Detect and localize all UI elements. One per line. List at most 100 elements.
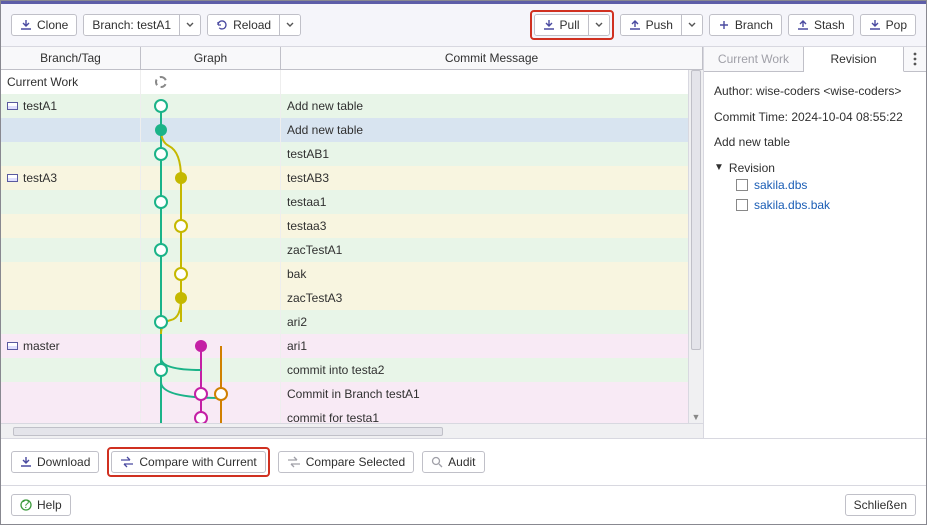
commit-message-cell: zacTestA1: [281, 238, 703, 262]
commit-row[interactable]: zacTestA3: [1, 286, 703, 310]
uncommitted-icon: [155, 76, 167, 88]
author-line: Author: wise-coders <wise-coders>: [714, 84, 916, 100]
commit-message-cell: testAB1: [281, 142, 703, 166]
main-toolbar: Clone Branch: testA1 Reload Pull: [1, 4, 926, 47]
branch-selector-main[interactable]: Branch: testA1: [84, 15, 179, 35]
commit-row[interactable]: ari2: [1, 310, 703, 334]
compare-current-label: Compare with Current: [139, 455, 256, 469]
branch-tag-cell: testA1: [1, 94, 141, 118]
pull-button[interactable]: Pull: [534, 14, 610, 36]
push-button[interactable]: Push: [620, 14, 703, 36]
push-label: Push: [646, 18, 673, 32]
stash-label: Stash: [814, 18, 845, 32]
commit-message-cell: commit for testa1: [281, 406, 703, 423]
branch-tag-cell: [1, 382, 141, 406]
commit-row[interactable]: testA3testAB3: [1, 166, 703, 190]
tab-current-work[interactable]: Current Work: [704, 47, 804, 71]
branch-tag-cell: [1, 286, 141, 310]
push-dropdown[interactable]: [681, 15, 702, 35]
download-icon: [543, 19, 555, 31]
help-label: Help: [37, 498, 62, 512]
compare-current-button[interactable]: Compare with Current: [111, 451, 265, 473]
horizontal-scrollbar[interactable]: [1, 423, 703, 438]
pull-main[interactable]: Pull: [535, 15, 588, 35]
commit-row[interactable]: Commit in Branch testA1: [1, 382, 703, 406]
detail-menu-button[interactable]: [904, 47, 926, 71]
download-label: Download: [37, 455, 90, 469]
close-button[interactable]: Schließen: [845, 494, 916, 516]
pull-label: Pull: [560, 18, 580, 32]
branch-tag-cell: testA3: [1, 166, 141, 190]
graph-cell: [141, 190, 281, 214]
tab-revision[interactable]: Revision: [804, 47, 904, 72]
clone-button[interactable]: Clone: [11, 14, 77, 36]
reload-label: Reload: [233, 18, 271, 32]
graph-cell: [141, 286, 281, 310]
checkbox[interactable]: [736, 199, 748, 211]
branch-button[interactable]: Branch: [709, 14, 782, 36]
branch-tag-cell: [1, 358, 141, 382]
header-commit-message[interactable]: Commit Message: [281, 47, 703, 69]
branch-tag-cell: [1, 238, 141, 262]
commit-message-cell: [281, 70, 703, 94]
branch-icon: [7, 102, 18, 110]
commit-row[interactable]: testaa3: [1, 214, 703, 238]
scroll-down-arrow[interactable]: ▼: [689, 411, 703, 423]
commit-row[interactable]: Add new table: [1, 118, 703, 142]
branch-tag-cell: Current Work: [1, 70, 141, 94]
reload-main[interactable]: Reload: [208, 15, 279, 35]
commit-rows: Current WorktestA1Add new tableAdd new t…: [1, 70, 703, 423]
detail-tabs: Current Work Revision: [704, 47, 926, 72]
commit-row[interactable]: bak: [1, 262, 703, 286]
commit-row[interactable]: testA1Add new table: [1, 94, 703, 118]
file-link[interactable]: sakila.dbs: [754, 178, 807, 192]
commit-message-cell: commit into testa2: [281, 358, 703, 382]
branch-icon: [7, 342, 18, 350]
branch-tag-cell: [1, 118, 141, 142]
commit-list-pane: Branch/Tag Graph Commit Message Current …: [1, 47, 704, 438]
reload-button[interactable]: Reload: [207, 14, 301, 36]
help-button[interactable]: ? Help: [11, 494, 71, 516]
upload-icon: [629, 19, 641, 31]
file-item[interactable]: sakila.dbs: [736, 175, 916, 195]
graph-cell: [141, 118, 281, 142]
file-item[interactable]: sakila.dbs.bak: [736, 195, 916, 215]
tree-root[interactable]: Revision: [714, 161, 916, 175]
pull-highlight: Pull: [530, 10, 614, 40]
file-link[interactable]: sakila.dbs.bak: [754, 198, 830, 212]
branch-selector-dropdown[interactable]: [179, 15, 200, 35]
commit-row[interactable]: zacTestA1: [1, 238, 703, 262]
reload-dropdown[interactable]: [279, 15, 300, 35]
svg-text:?: ?: [23, 499, 30, 511]
commit-row[interactable]: commit for testa1: [1, 406, 703, 423]
branch-selector[interactable]: Branch: testA1: [83, 14, 201, 36]
header-graph[interactable]: Graph: [141, 47, 281, 69]
branch-tag-cell: master: [1, 334, 141, 358]
commit-row[interactable]: master ari1: [1, 334, 703, 358]
checkbox[interactable]: [736, 179, 748, 191]
commit-row[interactable]: testAB1: [1, 142, 703, 166]
commit-row[interactable]: commit into testa2: [1, 358, 703, 382]
scrollbar-thumb[interactable]: [13, 427, 443, 436]
commit-row[interactable]: testaa1: [1, 190, 703, 214]
pop-button[interactable]: Pop: [860, 14, 916, 36]
compare-selected-label: Compare Selected: [306, 455, 405, 469]
scrollbar-thumb[interactable]: [691, 70, 701, 350]
push-main[interactable]: Push: [621, 15, 681, 35]
help-icon: ?: [20, 499, 32, 511]
stash-button[interactable]: Stash: [788, 14, 854, 36]
chevron-down-icon: [595, 21, 603, 29]
commit-message-cell: ari1: [281, 334, 703, 358]
graph-cell: [141, 358, 281, 382]
header-branch-tag[interactable]: Branch/Tag: [1, 47, 141, 69]
branch-tag-cell: [1, 190, 141, 214]
pull-dropdown[interactable]: [588, 15, 609, 35]
commit-message-cell: bak: [281, 262, 703, 286]
download-button[interactable]: Download: [11, 451, 99, 473]
commit-time-line: Commit Time: 2024-10-04 08:55:22: [714, 110, 916, 126]
vertical-scrollbar[interactable]: ▼: [688, 70, 703, 423]
upload-icon: [797, 19, 809, 31]
commit-row[interactable]: Current Work: [1, 70, 703, 94]
branch-selector-label: Branch: testA1: [92, 18, 171, 32]
graph-cell: [141, 94, 281, 118]
